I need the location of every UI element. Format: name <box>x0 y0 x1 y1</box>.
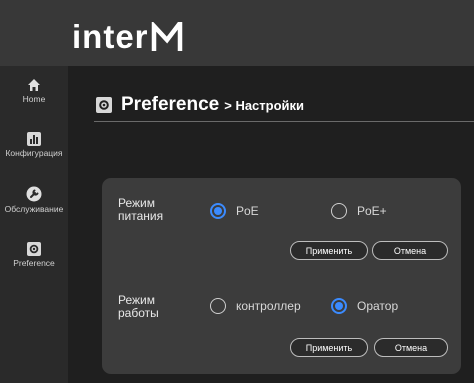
radio-poe-plus[interactable]: PoE+ <box>331 203 387 219</box>
power-apply-button[interactable]: Применить <box>290 241 368 260</box>
radio-speaker[interactable]: Оратор <box>331 298 398 314</box>
logo-text: inter <box>72 18 149 55</box>
power-cancel-button[interactable]: Отмена <box>372 241 448 260</box>
radio-poe-label: PoE <box>236 204 259 218</box>
home-icon <box>0 78 68 92</box>
radio-speaker-circle[interactable] <box>331 298 347 314</box>
gear-icon <box>96 97 112 113</box>
sidebar-item-maintenance[interactable]: Обслуживание <box>0 186 68 214</box>
power-mode-label-line2: питания <box>118 209 164 223</box>
page-subtitle: > Настройки <box>224 97 305 113</box>
sidebar-item-label: Конфигурация <box>5 148 63 158</box>
radio-poe-circle[interactable] <box>210 203 226 219</box>
radio-controller[interactable]: контроллер <box>210 298 301 314</box>
wrench-icon <box>0 186 68 202</box>
operation-mode-label-line2: работы <box>118 306 159 320</box>
main-content: Preference > Настройки Режим питания PoE… <box>68 66 474 383</box>
gear-icon <box>0 242 68 256</box>
sidebar-item-configuration[interactable]: Конфигурация <box>0 132 68 158</box>
interm-logo[interactable]: inter <box>72 20 183 53</box>
sidebar-item-preference[interactable]: Preference <box>0 242 68 268</box>
operation-mode-label: Режим работы <box>118 294 198 320</box>
sidebar-item-label: Home <box>22 94 46 104</box>
operation-cancel-button[interactable]: Отмена <box>374 338 448 357</box>
sidebar: Home Конфигурация Обслуживание Preferenc… <box>0 66 68 383</box>
radio-poe[interactable]: PoE <box>210 203 259 219</box>
chart-icon <box>0 132 68 146</box>
radio-controller-circle[interactable] <box>210 298 226 314</box>
power-mode-label: Режим питания <box>118 197 198 223</box>
page-title-text: Preference <box>121 94 220 115</box>
sidebar-item-label: Preference <box>13 258 55 268</box>
settings-card: Режим питания PoE PoE+ Применить Отмена … <box>102 178 461 374</box>
operation-apply-button[interactable]: Применить <box>290 338 368 357</box>
page-title: Preference > Настройки <box>96 94 304 116</box>
top-header: inter <box>0 0 474 66</box>
radio-poe-plus-label: PoE+ <box>357 204 387 218</box>
logo-m-glyph <box>151 21 183 52</box>
radio-poe-plus-circle[interactable] <box>331 203 347 219</box>
sidebar-item-home[interactable]: Home <box>0 78 68 104</box>
radio-controller-label: контроллер <box>236 299 301 313</box>
sidebar-item-label: Обслуживание <box>4 204 64 214</box>
title-divider <box>94 121 474 122</box>
radio-speaker-label: Оратор <box>357 299 399 313</box>
